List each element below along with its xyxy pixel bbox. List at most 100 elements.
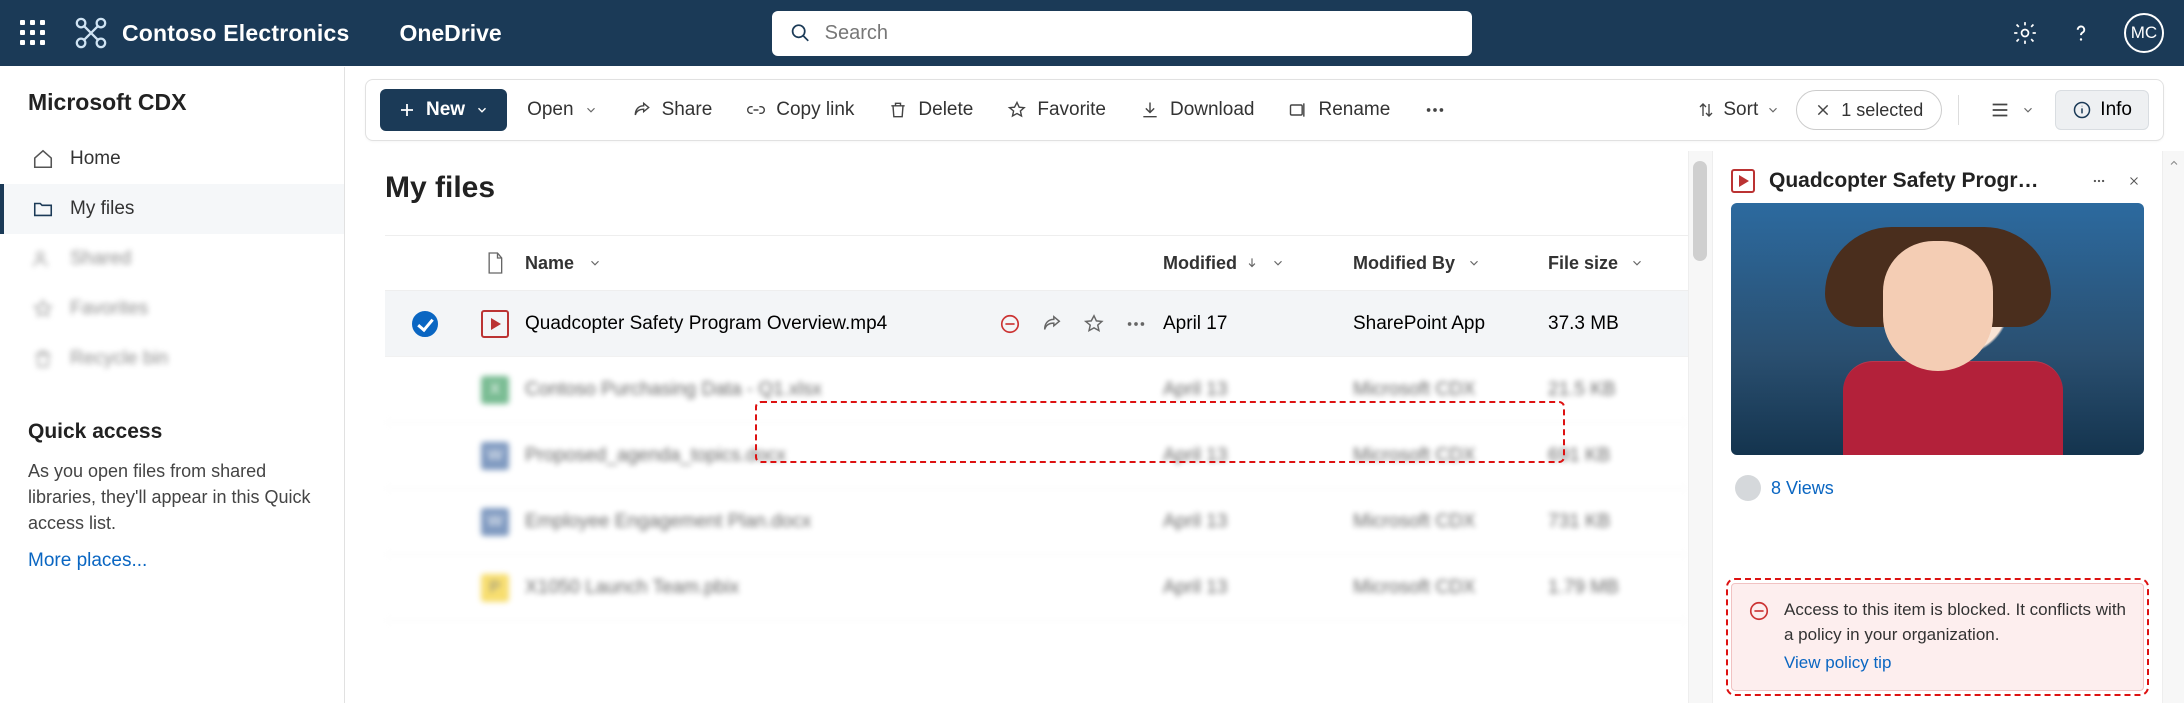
file-name[interactable]: Employee Engagement Plan.docx	[525, 511, 811, 533]
table-row[interactable]: Quadcopter Safety Program Overview.mp4 A…	[385, 291, 1688, 357]
info-button[interactable]: Info	[2055, 90, 2149, 130]
sidebar-item-recyclebin[interactable]: Recycle bin	[0, 334, 344, 384]
search-icon	[790, 22, 811, 44]
star-icon[interactable]	[1083, 313, 1105, 335]
policy-tip-banner: Access to this item is blocked. It confl…	[1731, 583, 2144, 691]
view-policy-tip-link[interactable]: View policy tip	[1784, 651, 1891, 676]
app-name[interactable]: OneDrive	[399, 20, 501, 47]
user-avatar[interactable]: MC	[2124, 13, 2164, 53]
settings-icon[interactable]	[2012, 20, 2038, 46]
panel-scrollbar[interactable]	[2162, 151, 2184, 703]
search-input[interactable]	[825, 22, 1454, 45]
delete-button[interactable]: Delete	[874, 89, 987, 131]
brand-text: Contoso Electronics	[122, 20, 349, 47]
column-modified[interactable]: Modified	[1163, 253, 1353, 274]
video-file-icon	[481, 310, 509, 338]
selection-chip[interactable]: 1 selected	[1796, 90, 1942, 130]
sidebar-item-home[interactable]: Home	[0, 134, 344, 184]
download-icon	[1140, 100, 1160, 120]
quick-access-text: As you open files from shared libraries,…	[0, 458, 344, 546]
ellipsis-icon[interactable]	[2088, 170, 2110, 192]
table-row[interactable]: W Employee Engagement Plan.docx April 13…	[385, 489, 1688, 555]
views-link[interactable]: 8 Views	[1731, 455, 2144, 511]
column-file-size[interactable]: File size	[1548, 253, 1688, 274]
table-row[interactable]: P X1050 Launch Team.pbix April 13 Micros…	[385, 555, 1688, 621]
share-icon[interactable]	[1041, 313, 1063, 335]
overflow-button[interactable]	[1410, 89, 1460, 131]
column-modified-label: Modified	[1163, 253, 1237, 274]
copylink-label: Copy link	[776, 99, 854, 121]
home-icon	[32, 148, 54, 170]
sort-icon	[1697, 101, 1715, 119]
info-icon	[2072, 100, 2092, 120]
favorite-button[interactable]: Favorite	[993, 89, 1120, 131]
scroll-up-icon[interactable]	[2167, 155, 2181, 171]
app-launcher-icon[interactable]	[20, 20, 46, 46]
rename-icon	[1288, 100, 1308, 120]
share-button[interactable]: Share	[618, 89, 727, 131]
file-name[interactable]: Quadcopter Safety Program Overview.mp4	[525, 313, 887, 335]
sort-button[interactable]: Sort	[1687, 99, 1790, 121]
open-label: Open	[527, 99, 573, 121]
list-scrollbar[interactable]	[1688, 151, 1712, 703]
table-row[interactable]: X Contoso Purchasing Data - Q1.xlsx Apri…	[385, 357, 1688, 423]
app-bar: Contoso Electronics OneDrive MC	[0, 0, 2184, 66]
column-file-size-label: File size	[1548, 253, 1618, 274]
rename-label: Rename	[1318, 99, 1390, 121]
column-name[interactable]: Name	[525, 253, 1163, 274]
panel-title: Quadcopter Safety Progr…	[1769, 169, 2074, 193]
people-icon	[32, 248, 54, 270]
blocked-icon	[999, 313, 1021, 335]
search-box[interactable]	[772, 11, 1472, 56]
size-value: 21.5 KB	[1548, 379, 1616, 401]
copylink-button[interactable]: Copy link	[732, 89, 868, 131]
file-name[interactable]: Proposed_agenda_topics.docx	[525, 445, 786, 467]
ellipsis-icon	[1424, 99, 1446, 121]
download-button[interactable]: Download	[1126, 89, 1269, 131]
delete-label: Delete	[918, 99, 973, 121]
chevron-down-icon	[1271, 256, 1285, 270]
blocked-icon	[1748, 600, 1770, 622]
folder-icon	[32, 198, 54, 220]
views-label: 8 Views	[1771, 478, 1834, 499]
close-icon[interactable]	[2124, 171, 2144, 191]
sidebar-item-favorites[interactable]: Favorites	[0, 284, 344, 334]
more-places-link[interactable]: More places...	[0, 546, 344, 576]
file-name[interactable]: X1050 Launch Team.pbix	[525, 577, 739, 599]
site-title: Microsoft CDX	[0, 89, 344, 134]
table-row[interactable]: W Proposed_agenda_topics.docx April 13 M…	[385, 423, 1688, 489]
trash-icon	[32, 348, 54, 370]
divider	[1958, 95, 1959, 125]
file-name[interactable]: Contoso Purchasing Data - Q1.xlsx	[525, 379, 822, 401]
sidebar-item-myfiles[interactable]: My files	[0, 184, 344, 234]
sidebar-item-shared[interactable]: Shared	[0, 234, 344, 284]
selection-chip-label: 1 selected	[1841, 100, 1923, 121]
view-options-button[interactable]	[1975, 89, 2049, 131]
sidebar-item-label: Shared	[70, 248, 131, 270]
modified-by-value: Microsoft CDX	[1353, 379, 1475, 401]
row-checkbox[interactable]	[412, 311, 438, 337]
ellipsis-icon[interactable]	[1125, 313, 1147, 335]
chevron-down-icon	[1766, 103, 1780, 117]
file-icon	[485, 251, 505, 275]
rename-button[interactable]: Rename	[1274, 89, 1404, 131]
quick-access-heading: Quick access	[0, 384, 344, 458]
size-value: 691 KB	[1548, 445, 1610, 467]
chevron-down-icon	[2021, 103, 2035, 117]
chevron-down-icon	[1467, 256, 1481, 270]
column-modified-by[interactable]: Modified By	[1353, 253, 1548, 274]
link-icon	[746, 100, 766, 120]
video-thumbnail[interactable]	[1731, 203, 2144, 455]
chevron-down-icon	[584, 103, 598, 117]
details-panel: Quadcopter Safety Progr… 8 Views Access …	[1712, 151, 2162, 703]
close-icon[interactable]	[1815, 102, 1831, 118]
modified-value: April 13	[1163, 445, 1227, 467]
new-button[interactable]: New	[380, 89, 507, 131]
sort-label: Sort	[1723, 99, 1758, 121]
open-button[interactable]: Open	[513, 89, 611, 131]
scrollbar-thumb[interactable]	[1693, 161, 1707, 261]
chevron-down-icon	[1630, 256, 1644, 270]
help-icon[interactable]	[2068, 20, 2094, 46]
avatar-icon	[1735, 475, 1761, 501]
list-view-icon	[1989, 99, 2011, 121]
